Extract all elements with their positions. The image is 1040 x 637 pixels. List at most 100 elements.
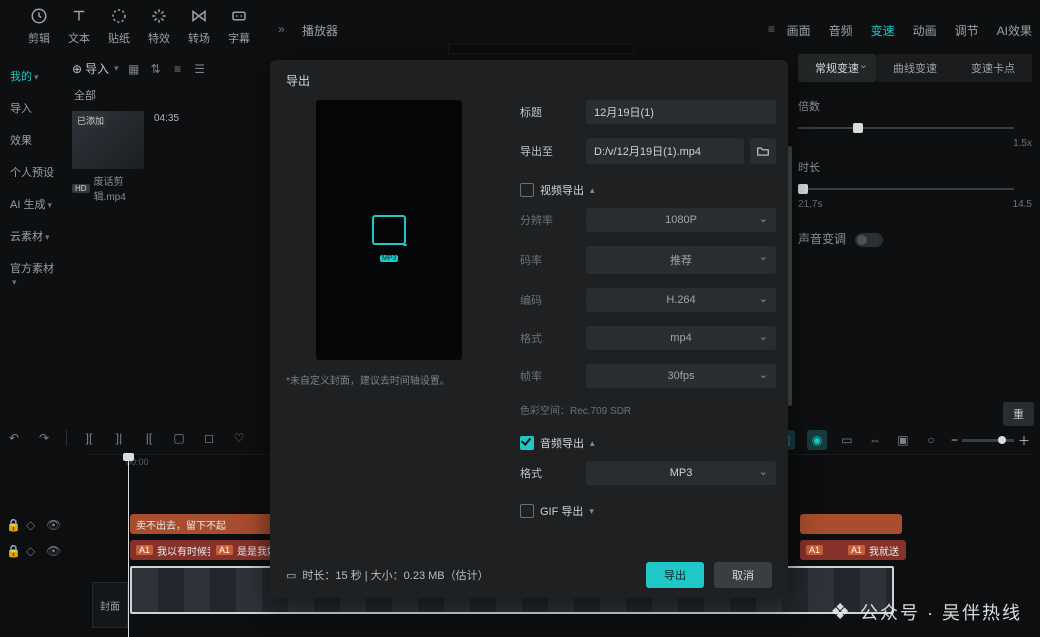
split-icon[interactable]: ][ [81,430,97,446]
link-icon[interactable]: ◉ [807,430,827,450]
track-controls: 🔒 ◇ 👁 [6,518,58,530]
bitrate-select[interactable]: 推荐 [586,246,776,274]
subtab-curve[interactable]: 曲线变速 [876,54,954,82]
export-info: 时长：15 秒 | 大小：0.23 MB（估计） [302,567,488,583]
track-controls: 🔒 ◇ 👁 [6,544,58,556]
sidebar-fx[interactable]: 效果 [0,124,68,156]
film-icon: ▭ [286,569,296,582]
sidebar-cloud[interactable]: 云素材▾ [0,220,68,252]
colorspace-note: 色彩空间：Rec.709 SDR [520,402,776,417]
tab-aifx[interactable]: AI效果 [997,22,1032,39]
subtab-normal[interactable]: 常规变速 [798,54,876,82]
grid-view-icon[interactable]: ▦ [127,62,141,76]
fps-select[interactable]: 30fps [586,364,776,388]
eye-icon[interactable]: 👁 [46,544,58,556]
sidebar-presets[interactable]: 个人预设 [0,156,68,188]
settings-icon[interactable]: ○ [923,432,939,448]
import-button[interactable]: ⊕导入▾ [72,60,119,77]
title-input[interactable] [586,100,776,124]
player-menu-icon[interactable]: ≡ [768,22,775,36]
audio-export-checkbox[interactable] [520,436,534,450]
delete-icon[interactable]: ▢ [171,430,187,446]
sort-icon[interactable]: ⇅ [149,62,163,76]
gif-export-checkbox[interactable] [520,504,534,518]
sidebar-mine[interactable]: 我的▾ [0,60,68,92]
hd-badge: HD [72,184,90,193]
mute-icon[interactable]: ◇ [26,518,38,530]
audio-export-section[interactable]: 音频导出▴ [520,435,776,451]
crop-icon[interactable]: ◻ [201,430,217,446]
lock-icon[interactable]: 🔒 [6,544,18,556]
align-icon[interactable]: ⇔ [867,432,883,448]
media-clip[interactable]: 已添加 04:35 HD废话剪辑.mp4 [72,111,144,203]
clip-duration: 04:35 [154,113,179,124]
zoom-control[interactable]: −＋ [951,432,1030,449]
transition-icon [189,6,209,26]
browse-folder-button[interactable] [750,138,776,164]
chevron-up-icon: ▴ [590,185,595,196]
sparkle-icon [149,6,169,26]
mute-icon[interactable]: ◇ [26,544,38,556]
audio-fmt-select[interactable]: MP3 [586,461,776,485]
text-clip[interactable] [848,514,902,534]
codec-select[interactable]: H.264 [586,288,776,312]
sidebar-ai[interactable]: AI 生成▾ [0,188,68,220]
tool-text[interactable]: 文本 [68,6,90,46]
cancel-button[interactable]: 取消 [714,562,772,588]
text-icon [69,6,89,26]
split-left-icon[interactable]: ]| [111,430,127,446]
media-file-icon [372,215,406,245]
pitch-toggle[interactable] [855,233,883,247]
export-preview: MP3 [316,100,462,360]
tab-anim[interactable]: 动画 [913,22,937,39]
path-input[interactable] [586,138,744,164]
tab-speed[interactable]: 变速 [871,22,895,39]
collapse-tools-icon[interactable]: » [278,22,285,36]
tool-sticker[interactable]: 贴纸 [108,6,130,46]
list-icon[interactable]: ☰ [193,62,207,76]
subtab-beat[interactable]: 变速卡点 [954,54,1032,82]
timeline-toolbar-right: ⌾ ▣ ◉ ▭ ⇔ ▣ ○ −＋ [747,430,1030,450]
export-button[interactable]: 导出 [646,562,704,588]
filter-icon[interactable]: ≡ [171,62,185,76]
caption-clip[interactable]: A1我以有时候我 [130,540,220,560]
media-library: ⊕导入▾ ▦ ⇅ ≡ ☰ 全部 已添加 04:35 HD废话剪辑.mp4 [72,56,268,203]
text-clip[interactable]: 卖不出去，留下不起 [130,514,282,534]
caption-clip[interactable]: A1我就送 [842,540,906,560]
rate-label: 倍数 [798,98,1032,114]
tab-picture[interactable]: 画面 [787,22,811,39]
reset-button[interactable]: 重 [1003,402,1034,426]
chevron-up-icon: ▴ [590,438,595,449]
undo-icon[interactable]: ↶ [6,430,22,446]
tool-transition[interactable]: 转场 [188,6,210,46]
sidebar-import[interactable]: 导入 [0,92,68,124]
eye-icon[interactable]: 👁 [46,518,58,530]
fmt-select[interactable]: mp4 [586,326,776,350]
mark-icon[interactable]: ♡ [231,430,247,446]
tab-adjust[interactable]: 调节 [955,22,979,39]
lock-icon[interactable]: 🔒 [6,518,18,530]
split-right-icon[interactable]: |[ [141,430,157,446]
fps-label: 帧率 [520,368,574,384]
sidebar-official[interactable]: 官方素材▾ [0,252,68,296]
tool-fx[interactable]: 特效 [148,6,170,46]
scrollbar[interactable] [788,146,792,406]
text-clip[interactable] [800,514,854,534]
res-select[interactable]: 1080P [586,208,776,232]
tab-audio[interactable]: 音频 [829,22,853,39]
wechat-icon: ❖ [830,599,852,625]
pitch-label: 声音变调 [798,232,846,246]
video-export-checkbox[interactable] [520,183,534,197]
redo-icon[interactable]: ↷ [36,430,52,446]
gif-export-section[interactable]: GIF 导出▾ [520,503,776,519]
cover-cell[interactable]: 封面 [92,582,128,628]
res-label: 分辨率 [520,212,574,228]
tool-caption[interactable]: 字幕 [228,6,250,46]
preview-icon[interactable]: ▭ [839,432,855,448]
rate-slider[interactable] [798,120,1032,136]
dur-slider[interactable] [798,181,1032,197]
video-export-section[interactable]: 视频导出▴ [520,182,776,198]
library-all[interactable]: 全部 [74,87,268,103]
export-dialog: 导出 MP3 *未自定义封面，建议去时间轴设置。 标题 导出至 [270,60,788,598]
screenshot-icon[interactable]: ▣ [895,432,911,448]
